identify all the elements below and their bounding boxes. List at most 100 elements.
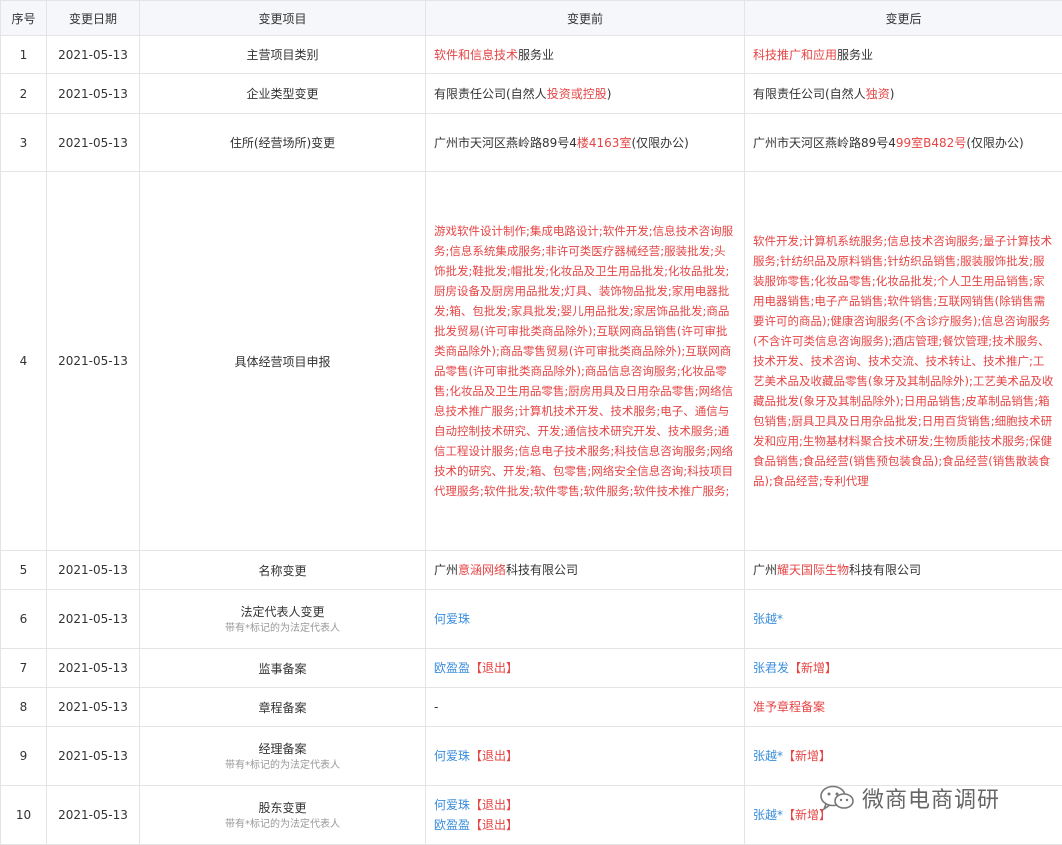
person-link[interactable]: 欧盈盈 [434, 661, 470, 675]
person-link[interactable]: 张越* [753, 612, 783, 626]
row-before: - [426, 688, 745, 727]
row-index: 5 [1, 551, 47, 590]
row-before: 软件和信息技术服务业 [426, 36, 745, 74]
person-link[interactable]: 张越* [753, 808, 783, 822]
changed-text: 耀天国际生物 [777, 563, 849, 577]
row-date: 2021-05-13 [47, 688, 140, 727]
row-date: 2021-05-13 [47, 649, 140, 688]
row-item: 股东变更带有*标记的为法定代表人 [140, 786, 426, 845]
changed-text: 科技推广和应用 [753, 48, 837, 62]
row-before: 何爱珠【退出】欧盈盈【退出】 [426, 786, 745, 845]
row-after: 准予章程备案 [745, 688, 1062, 727]
status-tag: 【退出】 [470, 661, 518, 675]
header-index: 序号 [1, 1, 47, 36]
row-after: 科技推广和应用服务业 [745, 36, 1062, 74]
row-date: 2021-05-13 [47, 74, 140, 114]
change-item-note: 带有*标记的为法定代表人 [140, 818, 425, 832]
change-item-label: 股东变更 [258, 801, 306, 815]
row-item: 经理备案带有*标记的为法定代表人 [140, 727, 426, 786]
person-link[interactable]: 欧盈盈 [434, 818, 470, 832]
changed-text: 99室B482号 [896, 136, 966, 150]
table-row: 92021-05-13经理备案带有*标记的为法定代表人何爱珠【退出】张越*【新增… [1, 727, 1062, 786]
row-index: 7 [1, 649, 47, 688]
row-before: 游戏软件设计制作;集成电路设计;软件开发;信息技术咨询服务;信息系统集成服务;非… [426, 172, 745, 551]
value-text: 有限责任公司(自然人 [434, 87, 547, 101]
changed-text: 意涵网络 [458, 563, 506, 577]
row-item: 企业类型变更 [140, 74, 426, 114]
row-index: 4 [1, 172, 47, 551]
change-item-label: 主营项目类别 [246, 48, 318, 62]
row-index: 10 [1, 786, 47, 845]
row-item: 名称变更 [140, 551, 426, 590]
table-row: 32021-05-13住所(经营场所)变更 广州市天河区燕岭路89号4 楼4163室… [1, 114, 1062, 172]
change-item-label: 企业类型变更 [246, 87, 318, 101]
watermark: 微商电商调研 [818, 778, 1048, 818]
row-index: 1 [1, 36, 47, 74]
row-date: 2021-05-13 [47, 172, 140, 551]
table-row: 82021-05-13章程备案-准予章程备案 [1, 688, 1062, 727]
wechat-icon [818, 783, 856, 813]
row-date: 2021-05-13 [47, 114, 140, 172]
value-text: 广州 [753, 563, 777, 577]
row-index: 6 [1, 590, 47, 649]
row-date: 2021-05-13 [47, 36, 140, 74]
value-text: (仅限办公) [966, 136, 1023, 150]
row-date: 2021-05-13 [47, 727, 140, 786]
row-item: 住所(经营场所)变更 [140, 114, 426, 172]
row-after: 张越*【新增】 [745, 727, 1062, 786]
status-tag: 【退出】 [470, 749, 518, 763]
value-text: 服务业 [518, 48, 554, 62]
changed-text: 软件和信息技术 [434, 48, 518, 62]
person-link[interactable]: 何爱珠 [434, 612, 470, 626]
table-row: 72021-05-13监事备案欧盈盈【退出】张君发【新增】 [1, 649, 1062, 688]
watermark-text: 微商电商调研 [862, 782, 1000, 814]
row-item: 具体经营项目申报 [140, 172, 426, 551]
value-text: 科技有限公司 [506, 563, 578, 577]
changed-text: 软件开发;计算机系统服务;信息技术咨询服务;量子计算技术服务;针纺织品及原料销售… [753, 234, 1053, 488]
row-date: 2021-05-13 [47, 590, 140, 649]
row-after: 张越* [745, 590, 1062, 649]
row-after: 张君发【新增】 [745, 649, 1062, 688]
change-item-note: 带有*标记的为法定代表人 [140, 759, 425, 773]
status-tag: 【退出】 [470, 818, 518, 832]
row-before: 何爱珠【退出】 [426, 727, 745, 786]
status-tag: 【新增】 [783, 749, 831, 763]
row-index: 3 [1, 114, 47, 172]
table-row: 42021-05-13 具体经营项目申报 游戏软件设计制作;集成电路设计;软件开发;… [1, 172, 1062, 551]
change-item-note: 带有*标记的为法定代表人 [140, 622, 425, 636]
status-tag: 【退出】 [470, 798, 518, 812]
value-text: 服务业 [837, 48, 873, 62]
row-date: 2021-05-13 [47, 551, 140, 590]
value-text: 有限责任公司(自然人 [753, 87, 866, 101]
person-link[interactable]: 张君发 [753, 661, 789, 675]
person-link[interactable]: 张越* [753, 749, 783, 763]
status-tag: 【新增】 [789, 661, 837, 675]
table-row: 22021-05-13企业类型变更有限责任公司(自然人投资或控股)有限责任公司(… [1, 74, 1062, 114]
row-before: 何爱珠 [426, 590, 745, 649]
row-before: 广州意涵网络科技有限公司 [426, 551, 745, 590]
header-before: 变更前 [426, 1, 745, 36]
row-item: 主营项目类别 [140, 36, 426, 74]
table-header-row: 序号 变更日期 变更项目 变更前 变更后 [1, 1, 1062, 36]
change-item-label: 经理备案 [258, 742, 306, 756]
value-text: 广州 [434, 563, 458, 577]
changed-text: 楼4163室 [577, 136, 632, 150]
value-text: ) [890, 87, 895, 101]
row-index: 9 [1, 727, 47, 786]
value-text: 广州市天河区燕岭路89号4 [753, 136, 896, 150]
changed-text: 投资或控股 [547, 87, 607, 101]
value-text: (仅限办公) [631, 136, 688, 150]
change-item-label: 具体经营项目申报 [234, 355, 330, 369]
header-item: 变更项目 [140, 1, 426, 36]
row-index: 2 [1, 74, 47, 114]
changed-text: 独资 [866, 87, 890, 101]
change-item-label: 名称变更 [258, 564, 306, 578]
table-row: 62021-05-13法定代表人变更带有*标记的为法定代表人何爱珠张越* [1, 590, 1062, 649]
person-link[interactable]: 何爱珠 [434, 749, 470, 763]
header-date: 变更日期 [47, 1, 140, 36]
person-link[interactable]: 何爱珠 [434, 798, 470, 812]
value-text: - [434, 700, 438, 714]
row-before: 欧盈盈【退出】 [426, 649, 745, 688]
row-before: 有限责任公司(自然人投资或控股) [426, 74, 745, 114]
table-row: 52021-05-13名称变更广州意涵网络科技有限公司广州耀天国际生物科技有限公… [1, 551, 1062, 590]
